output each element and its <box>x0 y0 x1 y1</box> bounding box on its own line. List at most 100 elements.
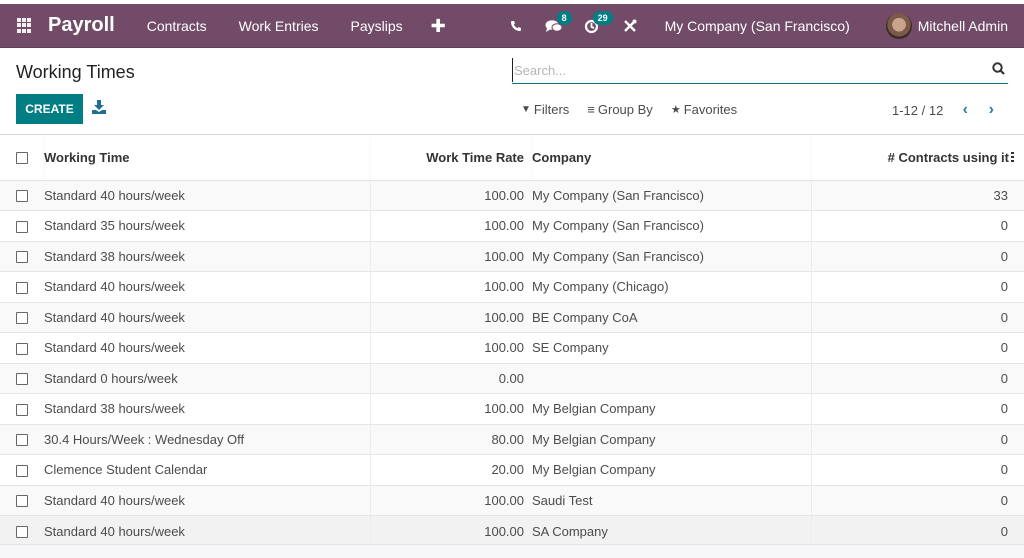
app-name[interactable]: Payroll <box>48 14 115 37</box>
row-checkbox[interactable] <box>16 526 28 539</box>
contracts-count-cell[interactable]: 0 <box>810 271 1024 302</box>
menu-item-work-entries[interactable]: Work Entries <box>223 4 335 48</box>
contracts-count-cell[interactable]: 0 <box>810 362 1024 394</box>
working-time-cell[interactable]: Standard 38 hours/week <box>44 393 370 424</box>
company-cell[interactable]: SA Company <box>532 515 811 546</box>
table-row[interactable]: Standard 38 hours/week 100.00 My Company… <box>0 240 1024 272</box>
contracts-count-cell[interactable]: 0 <box>810 423 1024 455</box>
work-time-rate-cell[interactable]: 20.00 <box>369 454 532 485</box>
working-time-cell[interactable]: Standard 38 hours/week <box>44 240 370 272</box>
favorites-button[interactable]: ★ Favorites <box>671 102 737 117</box>
table-row[interactable]: Standard 0 hours/week 0.00 0 <box>0 362 1024 394</box>
row-checkbox[interactable] <box>16 464 28 477</box>
table-row[interactable]: Standard 38 hours/week 100.00 My Belgian… <box>0 393 1024 424</box>
working-time-cell[interactable]: 30.4 Hours/Week : Wednesday Off <box>44 423 370 455</box>
work-time-rate-cell[interactable]: 100.00 <box>369 515 532 546</box>
company-cell[interactable] <box>532 362 811 394</box>
company-cell[interactable]: My Belgian Company <box>532 454 811 485</box>
working-time-cell[interactable]: Standard 40 hours/week <box>44 271 370 302</box>
working-time-cell[interactable]: Standard 40 hours/week <box>44 301 370 333</box>
company-cell[interactable]: My Company (San Francisco) <box>532 240 811 272</box>
work-time-rate-cell[interactable]: 100.00 <box>369 484 532 516</box>
menu-item-contracts[interactable]: Contracts <box>131 4 223 48</box>
company-cell[interactable]: My Company (San Francisco) <box>532 210 811 241</box>
working-time-cell[interactable]: Standard 40 hours/week <box>44 515 370 546</box>
column-header-work-time-rate[interactable]: Work Time Rate <box>370 135 532 181</box>
company-cell[interactable]: My Belgian Company <box>532 423 811 455</box>
working-time-cell[interactable]: Standard 40 hours/week <box>44 484 370 516</box>
filters-button[interactable]: ▼ Filters <box>521 102 569 117</box>
row-checkbox[interactable] <box>16 495 28 508</box>
table-row[interactable]: Standard 35 hours/week 100.00 My Company… <box>0 210 1024 241</box>
row-checkbox[interactable] <box>16 251 28 264</box>
contracts-count-cell[interactable]: 0 <box>810 332 1024 363</box>
contracts-count-cell[interactable]: 0 <box>810 210 1024 241</box>
optional-columns-toggle-icon[interactable] <box>1011 152 1014 165</box>
company-cell[interactable]: My Company (Chicago) <box>532 271 811 302</box>
working-time-cell[interactable]: Standard 35 hours/week <box>44 210 370 241</box>
work-time-rate-cell[interactable]: 100.00 <box>369 332 532 363</box>
menu-item-payslips[interactable]: Payslips <box>335 4 419 48</box>
work-time-rate-cell[interactable]: 100.00 <box>369 210 532 241</box>
row-checkbox[interactable] <box>16 434 28 447</box>
table-row[interactable]: Standard 40 hours/week 100.00 Saudi Test… <box>0 484 1024 516</box>
contracts-count-cell[interactable]: 33 <box>810 179 1024 211</box>
row-checkbox[interactable] <box>16 373 28 386</box>
column-header-contracts[interactable]: # Contracts using it <box>888 150 1009 165</box>
phone-icon[interactable] <box>499 4 533 48</box>
create-button[interactable]: CREATE <box>16 94 83 124</box>
company-cell[interactable]: My Belgian Company <box>532 393 811 424</box>
select-all-checkbox[interactable] <box>16 152 28 165</box>
row-checkbox[interactable] <box>16 312 28 325</box>
work-time-rate-cell[interactable]: 100.00 <box>369 301 532 333</box>
plus-icon[interactable]: ✚ <box>419 4 458 48</box>
table-row[interactable]: Standard 40 hours/week 100.00 SE Company… <box>0 332 1024 363</box>
apps-menu-icon[interactable] <box>17 17 33 34</box>
pager-value[interactable]: 1-12 / 12 <box>892 103 943 118</box>
contracts-count-cell[interactable]: 0 <box>810 301 1024 333</box>
table-row[interactable]: Standard 40 hours/week 100.00 My Company… <box>0 271 1024 302</box>
contracts-count-cell[interactable]: 0 <box>810 393 1024 424</box>
table-row[interactable]: Standard 40 hours/week 100.00 My Company… <box>0 179 1024 211</box>
search-input[interactable] <box>512 58 982 82</box>
working-time-cell[interactable]: Standard 0 hours/week <box>44 362 370 394</box>
messages-button[interactable]: 8 <box>537 4 572 48</box>
work-time-rate-cell[interactable]: 100.00 <box>369 179 532 211</box>
working-time-cell[interactable]: Standard 40 hours/week <box>44 179 370 211</box>
table-row[interactable]: Standard 40 hours/week 100.00 SA Company… <box>0 515 1024 546</box>
contracts-count-cell[interactable]: 0 <box>810 484 1024 516</box>
row-checkbox[interactable] <box>16 403 28 416</box>
contracts-count-cell[interactable]: 0 <box>810 515 1024 546</box>
company-cell[interactable]: My Company (San Francisco) <box>532 179 811 211</box>
activities-button[interactable]: 29 <box>575 4 613 48</box>
working-time-cell[interactable]: Clemence Student Calendar <box>44 454 370 485</box>
download-icon[interactable] <box>92 100 106 116</box>
company-cell[interactable]: BE Company CoA <box>532 301 811 333</box>
column-header-working-time[interactable]: Working Time <box>44 135 370 181</box>
chevron-right-icon[interactable]: › <box>981 101 1001 119</box>
work-time-rate-cell[interactable]: 100.00 <box>369 393 532 424</box>
chevron-left-icon[interactable]: ‹ <box>955 101 975 119</box>
column-header-company[interactable]: Company <box>532 135 811 181</box>
work-time-rate-cell[interactable]: 0.00 <box>369 362 532 394</box>
row-checkbox[interactable] <box>16 281 28 294</box>
work-time-rate-cell[interactable]: 100.00 <box>369 240 532 272</box>
tools-icon[interactable] <box>613 4 647 48</box>
company-cell[interactable]: Saudi Test <box>532 484 811 516</box>
table-row[interactable]: 30.4 Hours/Week : Wednesday Off 80.00 My… <box>0 423 1024 455</box>
work-time-rate-cell[interactable]: 100.00 <box>369 271 532 302</box>
row-checkbox[interactable] <box>16 342 28 355</box>
table-row[interactable]: Standard 40 hours/week 100.00 BE Company… <box>0 301 1024 333</box>
contracts-count-cell[interactable]: 0 <box>810 240 1024 272</box>
company-cell[interactable]: SE Company <box>532 332 811 363</box>
working-time-cell[interactable]: Standard 40 hours/week <box>44 332 370 363</box>
row-checkbox[interactable] <box>16 190 28 203</box>
group-by-button[interactable]: ≡ Group By <box>587 102 653 117</box>
work-time-rate-cell[interactable]: 80.00 <box>369 423 532 455</box>
company-switcher[interactable]: My Company (San Francisco) <box>665 18 850 34</box>
table-row[interactable]: Clemence Student Calendar 20.00 My Belgi… <box>0 454 1024 485</box>
user-menu[interactable]: Mitchell Admin <box>885 13 1008 39</box>
contracts-count-cell[interactable]: 0 <box>810 454 1024 485</box>
search-icon[interactable] <box>992 62 1006 76</box>
row-checkbox[interactable] <box>16 220 28 233</box>
